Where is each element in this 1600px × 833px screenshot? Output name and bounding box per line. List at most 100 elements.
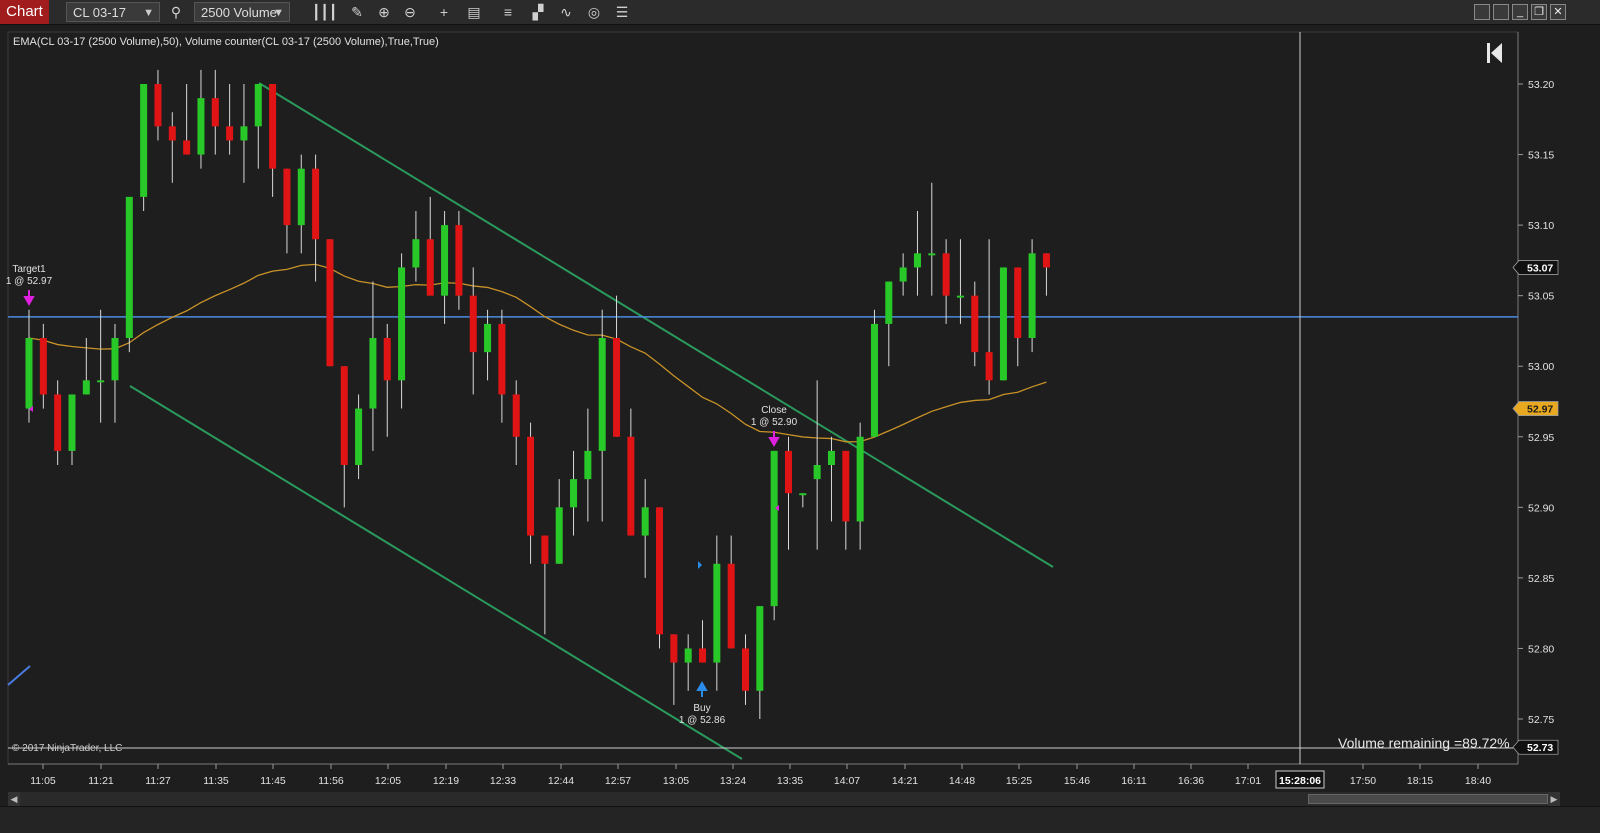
candle[interactable] [226,84,234,155]
candle[interactable] [39,323,47,409]
candle[interactable] [140,84,148,211]
candle[interactable] [641,479,649,578]
trend-lines [7,82,1054,760]
candle[interactable] [254,84,262,169]
candle[interactable] [97,309,105,423]
ema-line[interactable] [28,263,1047,443]
price-chart[interactable]: 53.20 53.15 53.10 53.05 53.00 52.95 52.90 52.85… [0,0,1600,790]
candle[interactable] [269,84,277,197]
candle[interactable] [699,620,707,663]
scroll-left-icon[interactable]: ◀ [8,792,20,806]
candle[interactable] [555,479,563,564]
candle[interactable] [125,196,133,353]
candle[interactable] [211,69,219,155]
candle[interactable] [656,507,664,649]
candle[interactable] [827,436,835,522]
candle-body-up [584,450,592,480]
time-axis[interactable]: 11:05 11:21 11:27 11:35 11:45 11:56 12:05 12:19… [30,764,1491,789]
candle[interactable] [813,380,821,550]
candle[interactable] [168,112,176,183]
candle[interactable] [899,253,907,296]
x-tick-label: 11:05 [30,775,56,787]
candle[interactable] [770,450,778,621]
candle[interactable] [369,281,377,451]
candle[interactable] [627,408,635,536]
candle[interactable] [383,323,391,437]
candle-body-up [125,196,133,338]
candle[interactable] [484,309,492,381]
candle[interactable] [684,634,692,691]
candle[interactable] [885,281,893,367]
candle[interactable] [426,196,434,296]
candle-body-up [369,338,377,409]
candle[interactable] [498,309,506,423]
candle[interactable] [111,323,119,423]
candle[interactable] [598,309,606,522]
candle[interactable] [527,422,535,564]
candle-body-up [799,493,807,496]
candle-body-down [269,84,277,169]
x-tick-label: 11:56 [318,775,344,787]
candle[interactable] [670,634,678,705]
candle[interactable] [928,182,936,296]
candle[interactable] [956,239,964,324]
candle-body-down [283,168,291,226]
candle[interactable] [870,309,878,437]
candle-body-up [713,563,721,663]
ema-price-tag: 52.97 [1512,401,1559,416]
candle[interactable] [412,211,420,282]
candle[interactable] [942,239,950,324]
candle[interactable] [326,239,334,367]
candle[interactable] [584,408,592,522]
candle-body-up [598,338,606,451]
candle[interactable] [240,84,248,183]
chart-tab-strip[interactable] [0,806,1600,833]
candle[interactable] [312,154,320,282]
trend-line-stub[interactable] [7,665,31,686]
candle[interactable] [713,535,721,691]
scroll-right-icon[interactable]: ▶ [1548,792,1560,806]
candle[interactable] [727,535,735,649]
candle[interactable] [183,84,191,155]
candle[interactable] [913,211,921,296]
candle[interactable] [570,450,578,536]
candle[interactable] [784,436,792,550]
candle[interactable] [842,450,850,550]
candle[interactable] [1014,267,1022,367]
candle[interactable] [799,493,807,508]
candle[interactable] [742,634,749,705]
candle[interactable] [54,380,62,465]
y-tick-label: 53.20 [1528,79,1554,91]
candle[interactable] [283,168,291,254]
candle[interactable] [971,281,979,367]
candle[interactable] [455,211,463,310]
candle[interactable] [441,211,449,324]
candle[interactable] [856,422,864,550]
x-tick-label: 15:25 [1006,775,1032,787]
candle[interactable] [541,535,549,635]
close-marker-title: Close [761,405,787,416]
candle-body-up [684,648,692,663]
candle[interactable] [25,309,33,423]
candle[interactable] [1028,239,1036,353]
candle[interactable] [355,394,363,480]
candle[interactable] [82,338,90,395]
candle-body-down [469,295,477,353]
trend-line-lower[interactable] [129,385,743,760]
price-axis[interactable]: 53.20 53.15 53.10 53.05 53.00 52.95 52.90 52.85… [1512,79,1559,755]
candle[interactable] [512,380,520,465]
candle[interactable] [297,154,305,254]
candle[interactable] [340,366,348,508]
horizontal-scrollbar[interactable]: ◀ ▶ [8,792,1560,806]
candle[interactable] [197,69,205,169]
trend-line-upper[interactable] [258,82,1054,568]
candle[interactable] [154,69,162,141]
scrollbar-thumb[interactable] [1308,794,1548,804]
candle[interactable] [999,267,1007,381]
candle[interactable] [68,394,76,465]
candle[interactable] [398,253,406,409]
candle[interactable] [1042,253,1050,296]
scroll-to-end-button[interactable] [1487,43,1502,63]
candle[interactable] [756,606,764,719]
x-tick-label: 13:05 [663,775,689,787]
